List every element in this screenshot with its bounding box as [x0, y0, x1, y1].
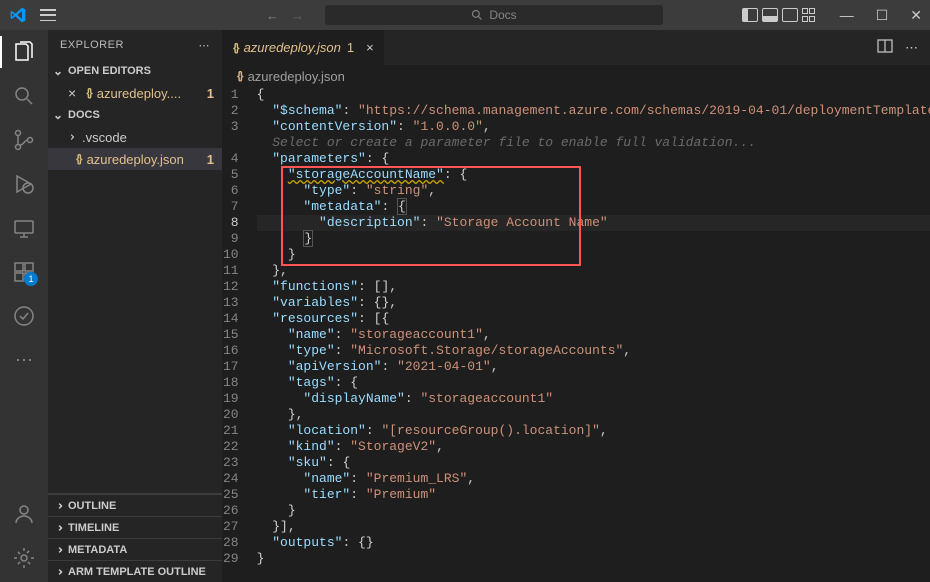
arm-section[interactable]: ⌄ARM TEMPLATE OUTLINE: [48, 560, 222, 582]
open-editors-section[interactable]: ⌄OPEN EDITORS: [48, 60, 222, 82]
search-activity-icon[interactable]: [12, 84, 36, 108]
tab-close-icon[interactable]: ×: [366, 40, 374, 55]
sidebar-title: EXPLORER: [60, 39, 124, 51]
menu-icon[interactable]: [40, 9, 56, 21]
file-azuredeploy[interactable]: {} azuredeploy.json 1: [48, 148, 222, 170]
accounts-icon[interactable]: [12, 502, 36, 526]
titlebar: ← → Docs — ☐ ✕: [0, 0, 930, 30]
breadcrumb[interactable]: {} azuredeploy.json: [223, 65, 930, 87]
more-icon[interactable]: ⋯: [12, 348, 36, 372]
nav-back-icon[interactable]: ←: [266, 8, 279, 23]
tab-more-icon[interactable]: ⋯: [905, 40, 918, 56]
layout-left-icon[interactable]: [742, 8, 758, 22]
json-file-icon: {}: [233, 42, 238, 54]
open-editor-item[interactable]: × {} azuredeploy.... 1: [48, 82, 222, 104]
split-editor-icon[interactable]: [877, 39, 893, 56]
minimize-icon[interactable]: —: [840, 7, 854, 24]
workspace-section[interactable]: ⌄DOCS: [48, 104, 222, 126]
maximize-icon[interactable]: ☐: [876, 7, 889, 24]
close-icon[interactable]: ✕: [910, 7, 922, 24]
activity-bar: 1 ⋯: [0, 30, 48, 582]
metadata-section[interactable]: ⌄METADATA: [48, 538, 222, 560]
layout-bottom-icon[interactable]: [762, 8, 778, 22]
json-file-icon: {}: [86, 87, 91, 99]
close-editor-icon[interactable]: ×: [68, 85, 76, 101]
json-file-icon: {}: [76, 153, 81, 165]
outline-section[interactable]: ⌄OUTLINE: [48, 494, 222, 516]
layout-right-icon[interactable]: [782, 8, 798, 22]
remote-explorer-icon[interactable]: [12, 216, 36, 240]
sidebar: EXPLORER ⋯ ⌄OPEN EDITORS × {} azuredeplo…: [48, 30, 223, 582]
editor: {} azuredeploy.json 1 × ⋯ {} azuredeploy…: [223, 30, 930, 582]
line-gutter: 1234567891011121314151617181920212223242…: [223, 87, 257, 582]
folder-vscode[interactable]: ⌄ .vscode: [48, 126, 222, 148]
command-center[interactable]: Docs: [324, 4, 664, 26]
testing-icon[interactable]: [12, 304, 36, 328]
sidebar-more-icon[interactable]: ⋯: [199, 39, 211, 52]
search-icon: [471, 9, 483, 21]
source-control-icon[interactable]: [12, 128, 36, 152]
run-debug-icon[interactable]: [12, 172, 36, 196]
code-editor[interactable]: 1234567891011121314151617181920212223242…: [223, 87, 930, 582]
layout-customize-icon[interactable]: [802, 8, 818, 22]
timeline-section[interactable]: ⌄TIMELINE: [48, 516, 222, 538]
settings-icon[interactable]: [12, 546, 36, 570]
json-file-icon: {}: [237, 70, 242, 82]
tab-bar: {} azuredeploy.json 1 × ⋯: [223, 30, 930, 65]
extensions-icon[interactable]: 1: [12, 260, 36, 284]
search-placeholder: Docs: [489, 8, 516, 22]
tab-azuredeploy[interactable]: {} azuredeploy.json 1 ×: [223, 30, 385, 65]
extensions-badge: 1: [24, 272, 38, 286]
nav-forward-icon[interactable]: →: [291, 8, 304, 23]
explorer-icon[interactable]: [12, 40, 36, 64]
vscode-logo-icon: [10, 7, 26, 23]
